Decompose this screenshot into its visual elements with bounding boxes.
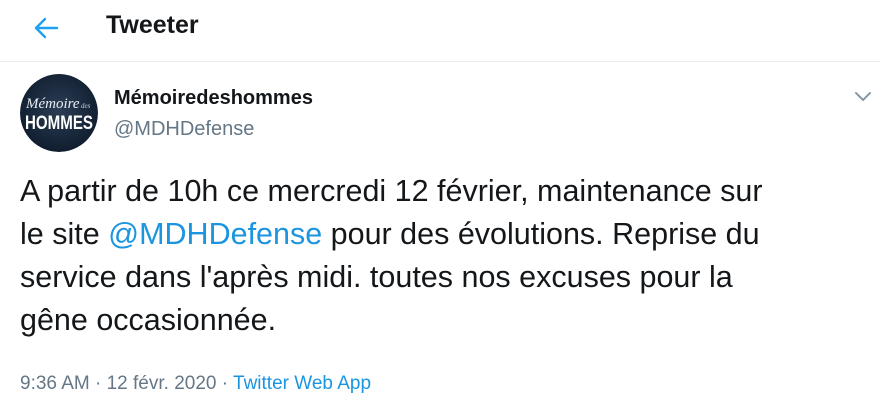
tweet-text: A partir de 10h ce mercredi 12 février, … bbox=[20, 170, 870, 342]
avatar-text-bottom: HOMMES bbox=[25, 113, 93, 134]
avatar[interactable]: Mémoire des HOMMES bbox=[20, 74, 98, 152]
tweet-text-segment: le site bbox=[20, 217, 109, 251]
author-handle[interactable]: @MDHDefense bbox=[114, 117, 254, 141]
page-title: Tweeter bbox=[106, 11, 199, 39]
tweet-time[interactable]: 9:36 AM bbox=[20, 373, 90, 394]
tweet-line-3: service dans l'après midi. toutes nos ex… bbox=[20, 260, 733, 294]
tweet-source-link[interactable]: Twitter Web App bbox=[233, 373, 371, 394]
tweet-text-segment: pour des évolutions. Reprise du bbox=[322, 217, 760, 251]
tweet-date[interactable]: 12 févr. 2020 bbox=[107, 373, 217, 394]
chevron-down-icon bbox=[855, 92, 871, 101]
meta-separator: · bbox=[89, 373, 107, 394]
tweet-line-4: gêne occasionnée. bbox=[20, 303, 277, 337]
meta-separator: · bbox=[216, 373, 234, 394]
tweet-menu-button[interactable] bbox=[850, 84, 876, 108]
author-name[interactable]: Mémoiredeshommes bbox=[114, 86, 313, 110]
top-header: Tweeter bbox=[0, 0, 880, 62]
mention-link[interactable]: @MDHDefense bbox=[108, 217, 322, 251]
back-button[interactable] bbox=[26, 8, 66, 48]
avatar-text-top: Mémoire bbox=[25, 96, 80, 112]
tweet-line-1: A partir de 10h ce mercredi 12 février, … bbox=[20, 174, 763, 208]
tweet-meta: 9:36 AM · 12 févr. 2020 · Twitter Web Ap… bbox=[20, 371, 371, 397]
avatar-text-small: des bbox=[81, 102, 91, 110]
arrow-left-icon bbox=[34, 17, 59, 39]
tweet-line-2: le site @MDHDefense pour des évolutions.… bbox=[20, 213, 870, 256]
